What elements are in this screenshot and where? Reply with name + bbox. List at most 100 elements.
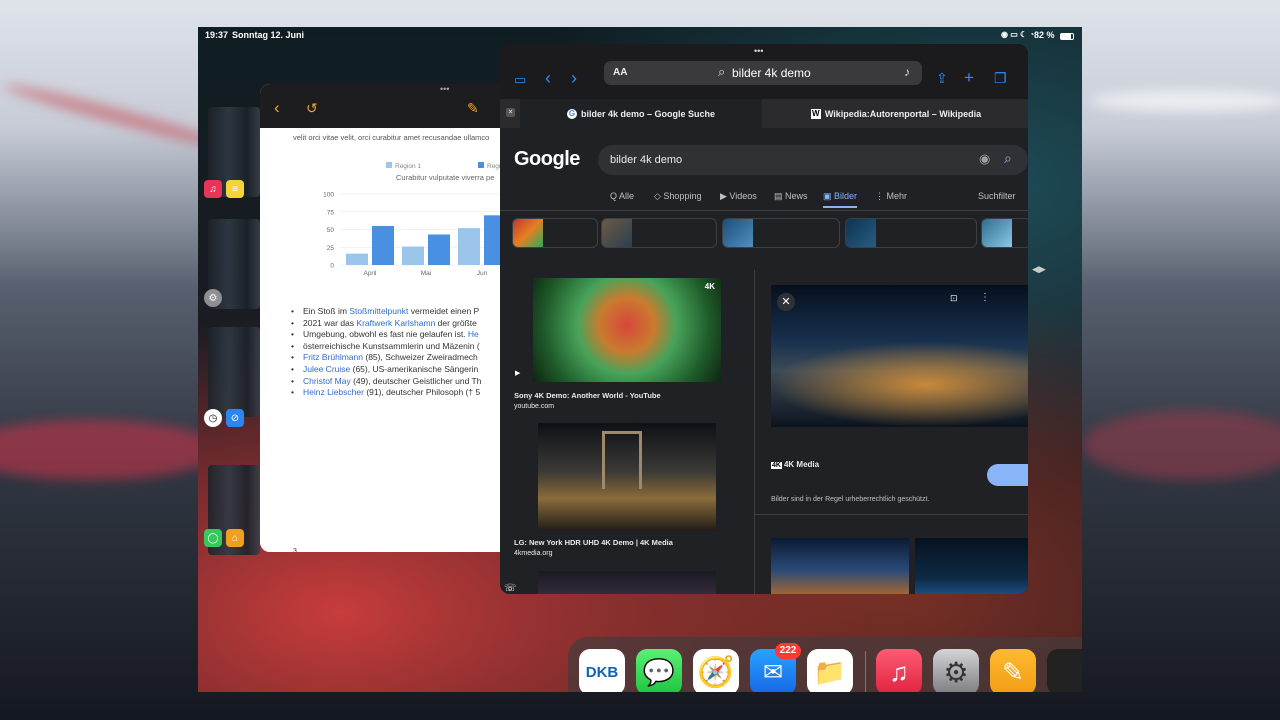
close-tab-icon[interactable]: ×	[506, 108, 515, 117]
search-filter-button[interactable]: Suchfilter	[978, 191, 1016, 201]
result-source: youtube.com	[514, 403, 555, 410]
background-streak	[1090, 90, 1280, 112]
forward-button-icon[interactable]: ›	[571, 69, 577, 87]
bullet-item: Umgebung, obwohl es fast nie gelaufen is…	[291, 329, 479, 340]
back-button-icon[interactable]: ‹	[545, 69, 551, 87]
related-chip[interactable]	[601, 218, 717, 248]
share-icon[interactable]: ⇪	[936, 71, 948, 85]
nav-label: Alle	[619, 191, 635, 201]
reader-aa-button[interactable]: AA	[613, 67, 627, 78]
tab-google-search[interactable]: G bilder 4k demo – Google Suche	[520, 99, 762, 128]
nav-label: Videos	[729, 191, 757, 201]
result-image[interactable]: 4K	[533, 278, 721, 382]
new-tab-icon[interactable]: +	[964, 69, 974, 86]
bullet-item: 2021 war das Kraftwerk Karlshamn der grö…	[291, 317, 477, 328]
preview-source[interactable]: 4K 4K Media	[771, 460, 819, 469]
result-image[interactable]	[538, 571, 716, 594]
lens-icon[interactable]: ⊡	[950, 293, 958, 304]
dkb-app-icon[interactable]: DKB	[579, 649, 625, 692]
safari-multitask-dots[interactable]: •••	[754, 46, 763, 56]
dock-divider	[865, 651, 866, 692]
related-chip[interactable]	[722, 218, 840, 248]
y-tick-label: 75	[327, 209, 335, 216]
background-streak	[0, 420, 220, 480]
tab-bar: × G bilder 4k demo – Google Suche W Wiki…	[500, 99, 1028, 128]
related-chip[interactable]	[512, 218, 598, 248]
document-top-text: velit orci vitae velit, orci curabitur a…	[293, 133, 490, 142]
undo-icon[interactable]: ↺	[306, 100, 318, 117]
messages-app-icon[interactable]: 💬	[636, 649, 682, 692]
pages-app-icon[interactable]: ✎	[990, 649, 1036, 692]
address-text: bilder 4k demo	[732, 66, 811, 80]
bar	[346, 253, 368, 265]
bridge-tower	[602, 431, 642, 489]
bullet-text: österreichische Kunstsammlerin und Mäzen…	[303, 340, 480, 351]
nav-tab-news[interactable]: ▤ News	[774, 191, 808, 202]
bullet-link[interactable]: Fritz Brühlmann	[303, 352, 363, 362]
tab-wikipedia[interactable]: W Wikipedia:Autorenportal – Wikipedia	[764, 99, 1028, 128]
nav-tab-shopping[interactable]: ◇ Shopping	[654, 191, 701, 202]
tab-overview-icon[interactable]: ❐	[994, 71, 1007, 85]
microphone-icon[interactable]: ♪	[904, 65, 910, 79]
x-tick-label: Jun	[477, 270, 488, 277]
visit-button[interactable]	[987, 464, 1028, 486]
play-icon: ▶	[515, 370, 521, 377]
nav-tab-alle[interactable]: Q Alle	[610, 191, 634, 201]
status-battery: 82 %	[1034, 30, 1055, 40]
related-chip[interactable]	[845, 218, 977, 248]
bullet-text: der größte	[435, 317, 477, 328]
google-search-text: bilder 4k demo	[610, 154, 683, 166]
files-app-icon[interactable]: 📁	[807, 649, 853, 692]
search-icon: ⌕	[718, 64, 726, 79]
nav-icon: ▣	[823, 191, 835, 201]
copyright-note: Bilder sind in der Regel urheberrechtlic…	[771, 496, 930, 503]
settings-app-icon[interactable]: ⚙	[933, 649, 979, 692]
safari-window[interactable]: ••• ▭ ‹ › AA ⌕ bilder 4k demo ♪ ⇪ + ❐ × …	[500, 44, 1028, 594]
bullet-link[interactable]: Christof May	[303, 376, 351, 386]
sidebar-icon[interactable]: ▭	[514, 73, 526, 86]
nav-tab-bilder[interactable]: ▣ Bilder	[823, 191, 858, 208]
nav-tab-videos[interactable]: ▶ Videos	[720, 191, 757, 202]
notes-mini-icon: ≡	[226, 180, 244, 198]
camera-icon[interactable]: ◉	[979, 151, 990, 167]
music-mini-icon: ♫	[204, 180, 222, 198]
bullet-link[interactable]: Julee Cruise	[303, 364, 350, 374]
result-image[interactable]	[538, 423, 716, 531]
more-options-icon[interactable]: ⋮	[980, 292, 990, 303]
document-multitask-dots[interactable]: •••	[440, 84, 449, 94]
nav-label: Mehr	[886, 191, 908, 201]
preview-image[interactable]	[771, 285, 1028, 427]
window-resize-arrows-icon[interactable]: ◀▶	[1032, 264, 1046, 275]
bar	[458, 228, 480, 265]
nav-tab-mehr[interactable]: ⋮ Mehr	[875, 191, 907, 202]
google-search-box[interactable]: bilder 4k demo ◉ ⌕	[598, 145, 1028, 175]
related-image[interactable]	[915, 538, 1028, 594]
bullet-link[interactable]: Stoßmittelpunkt	[349, 306, 408, 316]
google-search-icon[interactable]: ⌕	[1004, 150, 1012, 167]
brush-icon[interactable]: ✎	[467, 100, 479, 117]
back-chevron-icon[interactable]: ‹	[274, 98, 280, 118]
nav-divider	[500, 210, 1028, 211]
bullet-text: Umgebung, obwohl es fast nie gelaufen is…	[303, 329, 468, 340]
google-logo: Google	[514, 148, 580, 170]
dock: DKB 💬 🧭 ✉ 222 📁 ♫ ⚙ ✎	[568, 637, 1082, 692]
nav-icon: Q	[610, 191, 620, 201]
address-bar[interactable]: AA ⌕ bilder 4k demo ♪	[604, 61, 922, 85]
result-badge: 4K	[704, 282, 715, 291]
app-library-icon[interactable]	[1047, 649, 1082, 692]
bullet-item: Fritz Brühlmann (85), Schweizer Zweiradm…	[291, 352, 478, 362]
close-preview-icon[interactable]: ✕	[777, 293, 795, 311]
safari-app-icon[interactable]: 🧭	[693, 649, 739, 692]
bullet-text: Ein Stoß im	[303, 306, 350, 316]
safari-toolbar: ••• ▭ ‹ › AA ⌕ bilder 4k demo ♪ ⇪ + ❐	[500, 44, 1028, 99]
bullet-link[interactable]: Kraftwerk Karlshamn	[356, 318, 435, 328]
bullet-link[interactable]: Heinz Liebscher	[303, 387, 364, 397]
result-title[interactable]: Sony 4K Demo: Another World - YouTube	[514, 391, 661, 400]
app-switcher-card[interactable]	[208, 327, 260, 417]
music-app-icon[interactable]: ♫	[876, 649, 922, 692]
settings-mini-icon: ⚙	[204, 289, 222, 307]
result-title[interactable]: LG: New York HDR UHD 4K Demo | 4K Media	[514, 538, 673, 547]
related-chip[interactable]	[981, 218, 1028, 248]
bullet-link[interactable]: He	[468, 329, 479, 339]
related-image[interactable]	[771, 538, 909, 594]
